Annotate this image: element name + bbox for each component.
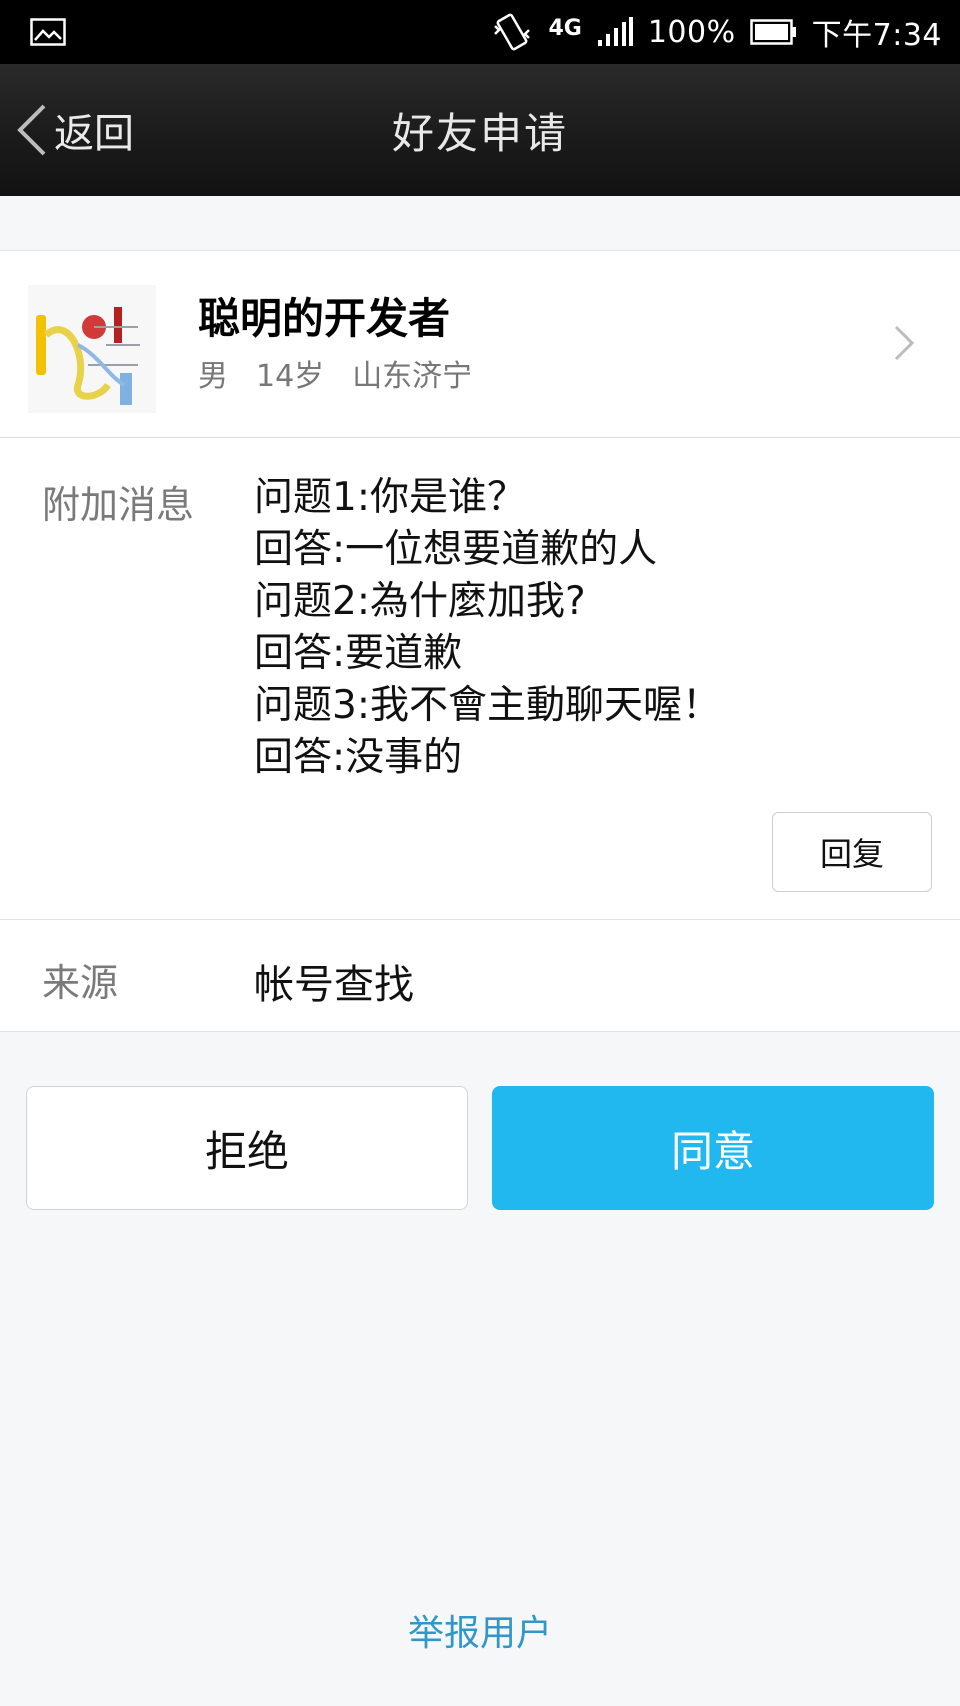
vibrate-icon: [494, 13, 531, 51]
battery-icon: [749, 19, 796, 45]
accept-button[interactable]: 同意: [492, 1086, 934, 1210]
page-title: 好友申请: [391, 108, 568, 158]
reject-button[interactable]: 拒绝: [26, 1086, 468, 1210]
avatar-diagram-image: [28, 285, 156, 413]
status-bar: 4G 100% 下午7:34: [0, 0, 960, 64]
signal-icon: [597, 17, 633, 46]
profile-card[interactable]: 聪明的开发者 男 14岁 山东济宁: [0, 250, 960, 438]
source-value: 帐号查找: [254, 962, 414, 1008]
chevron-right-icon: [894, 325, 915, 361]
message-line: 回答:一位想要道歉的人: [254, 527, 658, 572]
battery-percent: 100%: [647, 14, 736, 50]
source-card: 来源 帐号查找: [0, 920, 960, 1032]
clock: 下午7:34: [811, 18, 942, 53]
reply-button[interactable]: 回复: [772, 812, 932, 892]
message-line: 问题2:為什麼加我?: [254, 579, 586, 624]
message-label: 附加消息: [42, 483, 195, 527]
message-line: 问题1:你是谁？: [254, 475, 526, 520]
profile-meta: 男 14岁 山东济宁: [198, 351, 472, 395]
message-card: 附加消息 问题1:你是谁？ 回答:一位想要道歉的人 问题2:為什麼加我? 回答:…: [0, 438, 960, 920]
gallery-notification-icon: [30, 18, 66, 46]
network-type: 4G: [548, 15, 582, 41]
source-label: 来源: [42, 961, 119, 1005]
nickname: 聪明的开发者: [198, 294, 451, 343]
message-line: 问题3:我不會主動聊天喔！: [254, 683, 721, 728]
gender: 男: [198, 359, 228, 394]
title-bar: 返回 好友申请: [0, 64, 960, 196]
location: 山东济宁: [352, 359, 473, 394]
status-left: [30, 18, 66, 46]
avatar: [28, 285, 156, 413]
message-line: 回答:没事的: [254, 735, 463, 780]
message-line: 回答:要道歉: [254, 631, 463, 676]
report-user-link[interactable]: 举报用户: [0, 1604, 960, 1656]
status-right: 4G 100% 下午7:34: [490, 10, 942, 54]
age: 14岁: [256, 359, 325, 394]
message-lines: 问题1:你是谁？ 回答:一位想要道歉的人 问题2:為什麼加我? 回答:要道歉 问…: [254, 472, 721, 784]
